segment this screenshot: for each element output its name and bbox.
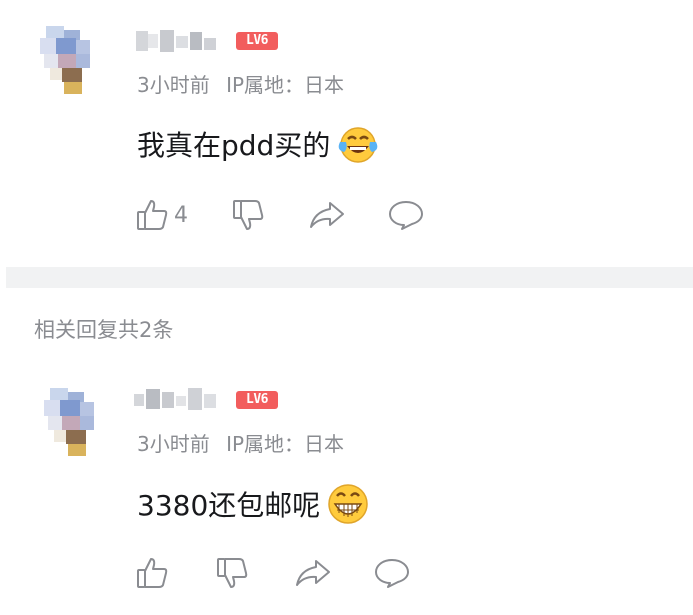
reply-item: LV6 3小时前 IP属地：日本 3380还包邮呢 [0, 360, 693, 615]
comment-icon [388, 199, 424, 231]
thumb-down-icon [216, 556, 252, 590]
comment-item: LV6 3小时前 IP属地：日本 我真在pdd买的 4 [0, 0, 693, 267]
comment-time: 3小时前 [137, 73, 210, 97]
reply-time: 3小时前 [137, 432, 210, 456]
section-divider [6, 267, 693, 288]
level-badge: LV6 [236, 32, 278, 50]
laugh-cry-emoji-icon [336, 124, 380, 164]
share-icon [308, 200, 346, 230]
share-button[interactable] [308, 200, 346, 230]
share-button[interactable] [294, 558, 332, 588]
share-icon [294, 558, 332, 588]
thumb-up-icon [136, 556, 172, 590]
thumb-up-icon [136, 198, 172, 232]
level-badge: LV6 [236, 391, 278, 409]
avatar[interactable] [38, 26, 102, 94]
grin-emoji-icon [326, 482, 370, 526]
avatar[interactable] [42, 388, 106, 456]
dislike-button[interactable] [216, 556, 252, 590]
ip-location: IP属地：日本 [226, 73, 345, 97]
comment-meta: 3小时前 IP属地：日本 [137, 69, 354, 98]
comment-text-row: 我真在pdd买的 [137, 124, 380, 164]
reply-actions [136, 556, 410, 590]
comment-icon [374, 557, 410, 589]
reply-button[interactable] [388, 199, 424, 231]
username[interactable] [134, 28, 220, 54]
ip-location: IP属地：日本 [226, 432, 345, 456]
dislike-button[interactable] [232, 198, 268, 232]
username[interactable] [132, 386, 220, 412]
reply-button[interactable] [374, 557, 410, 589]
reply-meta: 3小时前 IP属地：日本 [137, 428, 354, 457]
like-button[interactable] [136, 556, 174, 590]
like-count: 4 [174, 202, 188, 228]
reply-text-row: 3380还包邮呢 [137, 482, 370, 526]
reply-text: 3380还包邮呢 [137, 489, 321, 522]
thumb-down-icon [232, 198, 268, 232]
comment-text: 我真在pdd买的 [137, 129, 331, 162]
comment-actions: 4 [136, 198, 424, 232]
replies-header[interactable]: 相关回复共2条 [34, 314, 173, 344]
like-button[interactable]: 4 [136, 198, 188, 232]
